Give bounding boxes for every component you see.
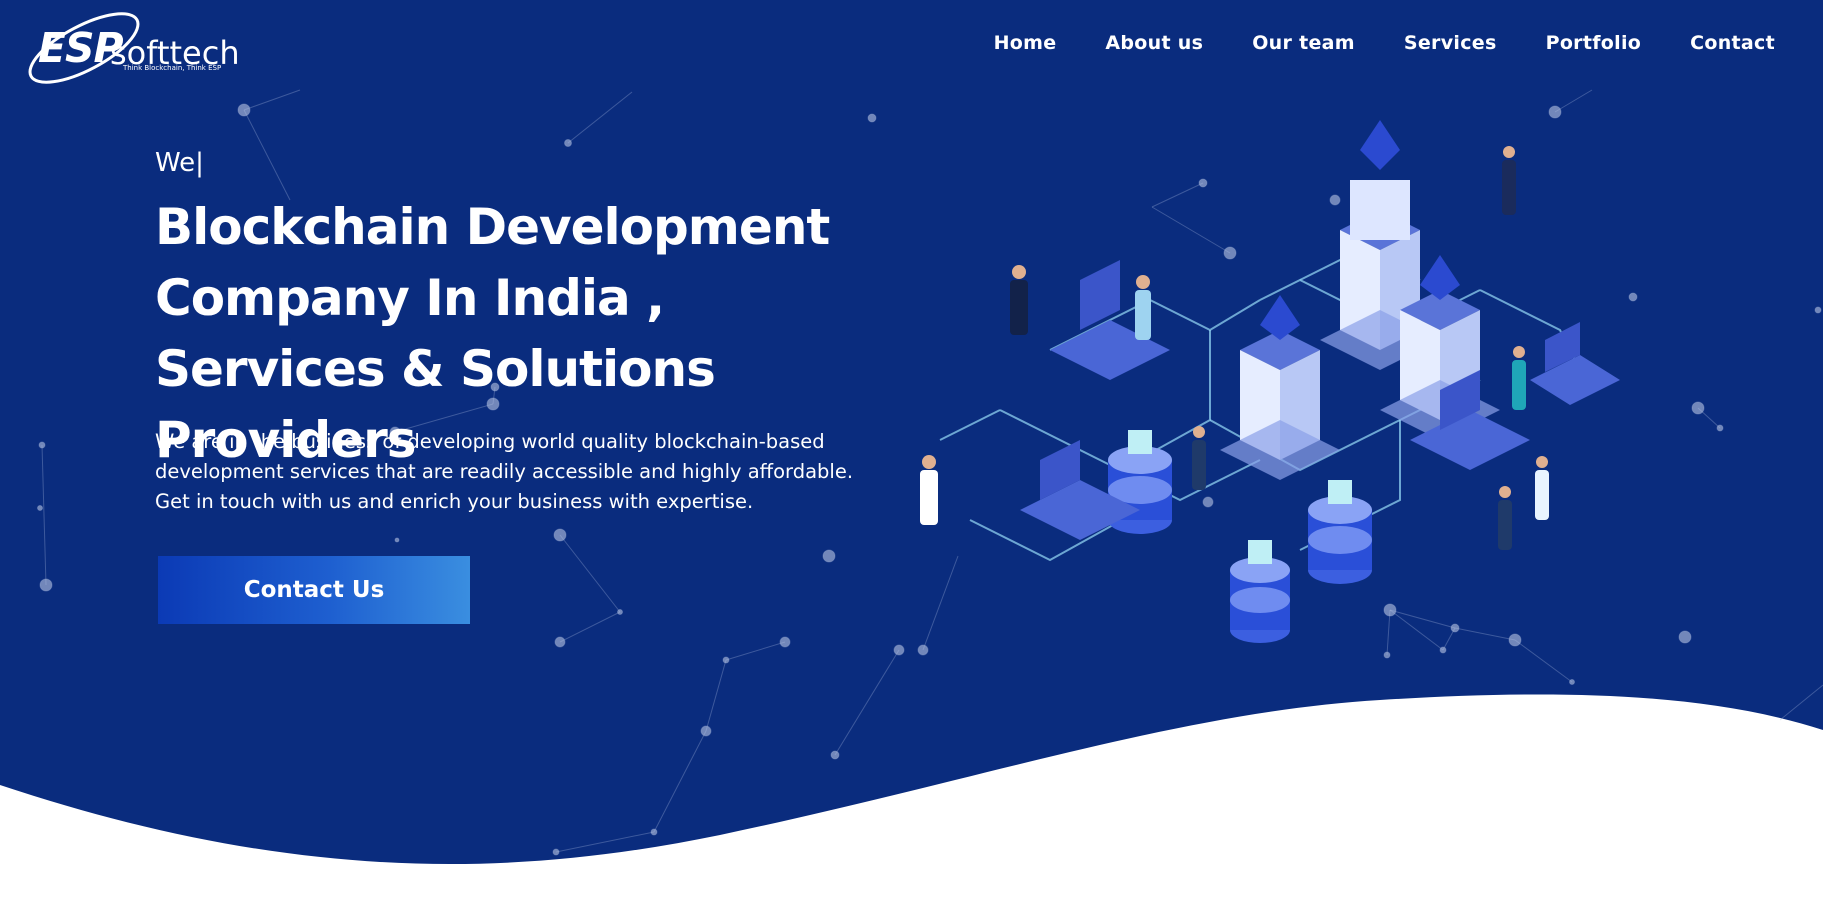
nav-contact[interactable]: Contact [1690, 32, 1775, 54]
hero-description: We are in the business of developing wor… [155, 430, 854, 513]
server-tower-3 [1220, 295, 1340, 480]
database-stack-3 [1230, 540, 1290, 643]
hero-section: ESP softtech Think Blockchain, Think ESP… [0, 0, 1823, 905]
nav-services[interactable]: Services [1404, 32, 1497, 54]
site-header: ESP softtech Think Blockchain, Think ESP… [0, 0, 1823, 90]
contact-us-button[interactable]: Contact Us [158, 556, 470, 624]
nav-home[interactable]: Home [994, 32, 1057, 54]
typed-text: We| [155, 148, 204, 178]
nav-about-us[interactable]: About us [1105, 32, 1203, 54]
blockchain-network-illustration [920, 120, 1620, 643]
brand-logo[interactable]: ESP softtech Think Blockchain, Think ESP [24, 8, 240, 84]
database-stack-2 [1308, 480, 1372, 584]
main-nav: Home About us Our team Services Portfoli… [994, 32, 1775, 54]
nav-portfolio[interactable]: Portfolio [1546, 32, 1642, 54]
nav-our-team[interactable]: Our team [1252, 32, 1355, 54]
logo-tagline: Think Blockchain, Think ESP [123, 64, 222, 72]
